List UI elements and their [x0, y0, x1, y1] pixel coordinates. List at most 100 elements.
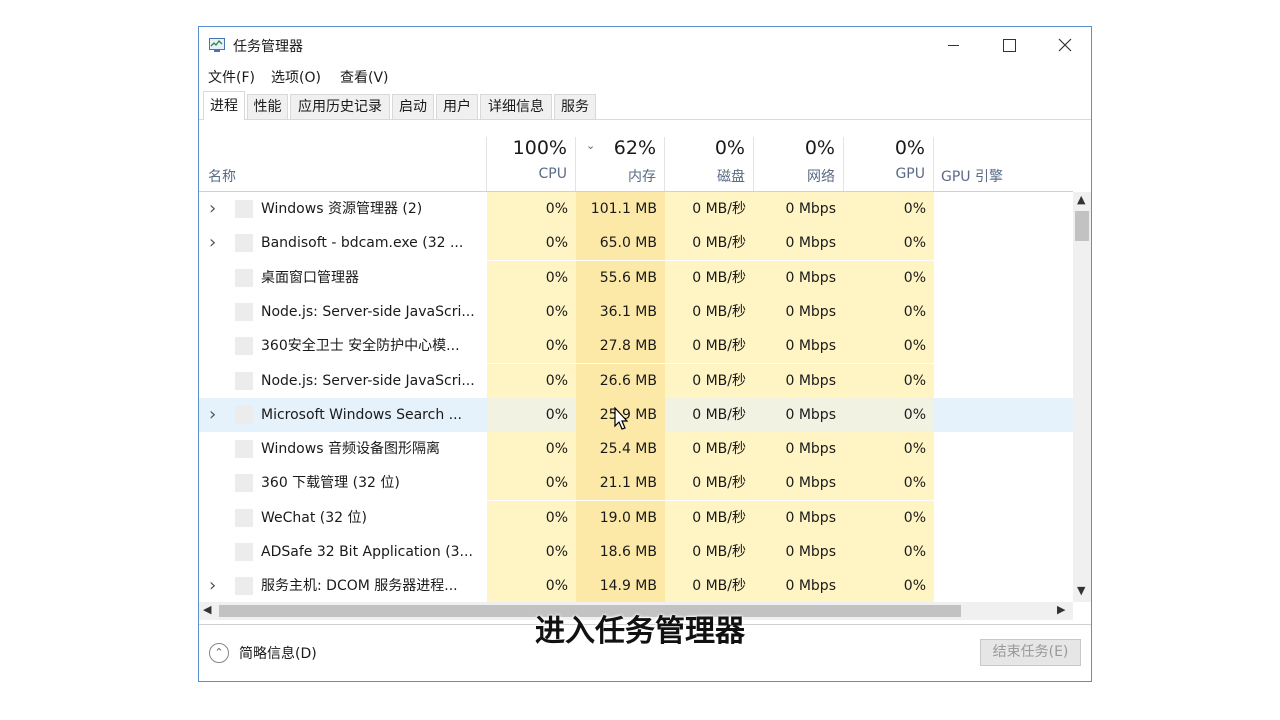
process-name: Node.js: Server-side JavaScri...	[261, 303, 475, 320]
expand-chevron-icon[interactable]: ›	[209, 226, 216, 260]
gpu-cell: 0%	[844, 466, 934, 501]
expand-chevron-icon[interactable]: ›	[209, 398, 216, 432]
header-gpu[interactable]: 0% GPU	[844, 137, 934, 191]
cpu-cell: 0%	[487, 535, 576, 569]
process-list: › Windows 资源管理器 (2) 0% 101.1 MB 0 MB/秒 0 Mbps…	[199, 192, 1073, 602]
network-cell: 0 Mbps	[754, 226, 844, 261]
process-icon	[235, 234, 253, 253]
tab-details[interactable]: 详细信息	[480, 94, 552, 119]
menu-view[interactable]: 查看(V)	[340, 67, 389, 87]
process-row[interactable]: 360 下载管理 (32 位) 0% 21.1 MB 0 MB/秒 0 Mbps 0%	[199, 466, 1073, 501]
process-row[interactable]: › Bandisoft - bdcam.exe (32 ... 0% 65.0 MB 0…	[199, 226, 1073, 261]
disk-cell: 0 MB/秒	[665, 569, 754, 602]
gpu-cell: 0%	[844, 192, 934, 226]
memory-cell: 26.6 MB	[576, 363, 665, 398]
disk-cell: 0 MB/秒	[665, 260, 754, 295]
process-name: ADSafe 32 Bit Application (3...	[261, 544, 473, 560]
vertical-scroll-thumb[interactable]	[1075, 211, 1089, 241]
header-cpu-pct: 100%	[512, 137, 567, 159]
process-name: Microsoft Windows Search ...	[261, 406, 463, 423]
process-row[interactable]: Windows 音频设备图形隔离 0% 25.4 MB 0 MB/秒 0 Mbps 0%	[199, 432, 1073, 467]
cpu-cell: 0%	[487, 432, 576, 467]
tab-bar: 进程 性能 应用历史记录 启动 用户 详细信息 服务	[199, 91, 1091, 120]
disk-cell: 0 MB/秒	[665, 363, 754, 398]
memory-cell: 36.1 MB	[576, 294, 665, 329]
cpu-cell: 0%	[487, 363, 576, 398]
tab-services[interactable]: 服务	[554, 94, 596, 119]
window-title: 任务管理器	[233, 39, 303, 55]
gpu-cell: 0%	[844, 569, 934, 602]
network-cell: 0 Mbps	[754, 500, 844, 535]
cpu-cell: 0%	[487, 500, 576, 535]
gpu-cell: 0%	[844, 260, 934, 295]
expand-chevron-icon[interactable]: ›	[209, 192, 216, 226]
process-icon	[235, 508, 253, 527]
column-header: 名称 100% CPU ⌄ 62% 内存 0% 磁盘 0% 网络 0% GPU …	[199, 137, 1073, 192]
gpu-cell: 0%	[844, 363, 934, 398]
task-manager-icon	[209, 38, 225, 52]
network-cell: 0 Mbps	[754, 260, 844, 295]
tab-performance[interactable]: 性能	[247, 94, 288, 119]
process-row[interactable]: › 服务主机: DCOM 服务器进程... 0% 14.9 MB 0 MB/秒 0 Mbp…	[199, 569, 1073, 602]
close-button[interactable]	[1037, 27, 1093, 63]
gpu-cell: 0%	[844, 294, 934, 329]
process-name: Windows 音频设备图形隔离	[261, 441, 440, 458]
header-network-label: 网络	[807, 169, 835, 185]
tab-processes[interactable]: 进程	[203, 91, 245, 120]
tab-app-history[interactable]: 应用历史记录	[290, 94, 390, 119]
process-icon	[235, 474, 253, 493]
tab-users[interactable]: 用户	[436, 94, 478, 119]
scroll-down-icon[interactable]: ▼	[1077, 584, 1085, 597]
gpu-cell: 0%	[844, 329, 934, 364]
minimize-button[interactable]	[925, 27, 981, 63]
header-name[interactable]: 名称	[199, 137, 487, 191]
header-cpu-label: CPU	[538, 166, 567, 182]
maximize-icon	[1002, 38, 1016, 52]
title-bar[interactable]: 任务管理器	[199, 27, 1091, 63]
menu-options[interactable]: 选项(O)	[271, 67, 321, 87]
tab-startup[interactable]: 启动	[392, 94, 434, 119]
cpu-cell: 0%	[487, 329, 576, 364]
disk-cell: 0 MB/秒	[665, 329, 754, 364]
memory-cell: 25.4 MB	[576, 432, 665, 467]
close-icon	[1058, 38, 1072, 52]
disk-cell: 0 MB/秒	[665, 432, 754, 467]
scroll-up-icon[interactable]: ▲	[1077, 193, 1085, 206]
process-row[interactable]: Node.js: Server-side JavaScri... 0% 36.1 M…	[199, 294, 1073, 329]
process-icon	[235, 440, 253, 459]
video-caption: 进入任务管理器	[535, 614, 745, 649]
process-icon	[235, 543, 253, 561]
header-disk[interactable]: 0% 磁盘	[665, 137, 754, 191]
memory-cell: 14.9 MB	[576, 569, 665, 602]
header-cpu[interactable]: 100% CPU	[487, 137, 576, 191]
process-row[interactable]: › Windows 资源管理器 (2) 0% 101.1 MB 0 MB/秒 0 Mbps…	[199, 192, 1073, 226]
process-row[interactable]: 360安全卫士 安全防护中心模... 0% 27.8 MB 0 MB/秒 0 Mbps 0…	[199, 329, 1073, 364]
header-memory[interactable]: ⌄ 62% 内存	[576, 137, 665, 191]
header-gpu-engine-label: GPU 引擎	[941, 169, 1003, 185]
process-icon	[235, 268, 253, 287]
process-row[interactable]: WeChat (32 位) 0% 19.0 MB 0 MB/秒 0 Mbps 0%	[199, 500, 1073, 535]
process-row[interactable]: ADSafe 32 Bit Application (3... 0% 18.6 MB…	[199, 535, 1073, 569]
process-row[interactable]: › Microsoft Windows Search ... 0% 25.9 MB 0 …	[199, 397, 1073, 432]
task-manager-window: 任务管理器 文件(F) 选项(O) 查看(V) 进程 性能 应用历史记录 启动 …	[198, 26, 1092, 682]
menu-bar: 文件(F) 选项(O) 查看(V)	[199, 64, 1091, 88]
process-row[interactable]: Node.js: Server-side JavaScri... 0% 26.6 M…	[199, 363, 1073, 398]
menu-file[interactable]: 文件(F)	[208, 67, 255, 87]
gpu-cell: 0%	[844, 535, 934, 569]
disk-cell: 0 MB/秒	[665, 466, 754, 501]
process-name: 服务主机: DCOM 服务器进程...	[261, 578, 458, 595]
process-name: Windows 资源管理器 (2)	[261, 201, 423, 217]
header-network[interactable]: 0% 网络	[754, 137, 844, 191]
header-gpu-pct: 0%	[894, 137, 925, 159]
process-name: WeChat (32 位)	[261, 509, 367, 526]
header-disk-label: 磁盘	[717, 169, 745, 185]
maximize-button[interactable]	[981, 27, 1037, 63]
header-gpu-engine[interactable]: GPU 引擎	[934, 137, 1073, 191]
expand-chevron-icon[interactable]: ›	[209, 569, 216, 602]
network-cell: 0 Mbps	[754, 192, 844, 226]
process-icon	[235, 200, 253, 218]
vertical-scrollbar[interactable]: ▲ ▼	[1073, 192, 1091, 602]
process-row[interactable]: 桌面窗口管理器 0% 55.6 MB 0 MB/秒 0 Mbps 0%	[199, 260, 1073, 295]
process-icon	[235, 371, 253, 390]
network-cell: 0 Mbps	[754, 397, 844, 432]
